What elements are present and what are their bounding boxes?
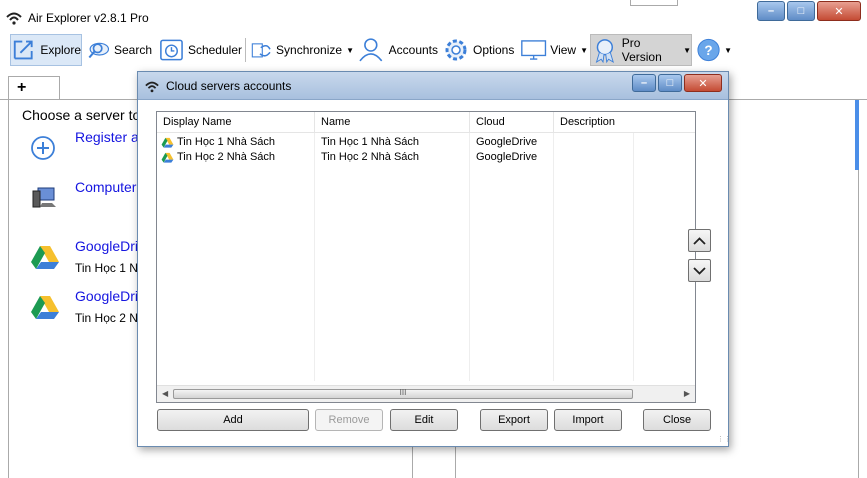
chevron-down-icon[interactable]: ▼ — [683, 46, 691, 55]
pro-version-label: Pro Version — [621, 36, 662, 64]
chevron-down-icon[interactable]: ▼ — [346, 46, 354, 55]
chevron-down-icon — [693, 266, 706, 275]
dialog-title: Cloud servers accounts — [166, 79, 292, 93]
chevron-down-icon[interactable]: ▼ — [724, 46, 732, 55]
right-edge-scrollbar[interactable] — [855, 100, 859, 170]
row-name: Tin Học 2 Nhà Sách — [321, 151, 420, 163]
import-button[interactable]: Import — [554, 409, 622, 431]
dialog-minimize-button[interactable]: – — [632, 74, 656, 92]
list-header: Display Name Name Cloud Description — [157, 112, 695, 133]
explore-button[interactable]: Explore — [10, 34, 82, 66]
remove-button[interactable]: Remove — [315, 409, 383, 431]
column-header-name[interactable]: Name — [315, 112, 470, 133]
scroll-left-icon[interactable]: ◀ — [162, 389, 168, 398]
add-tab-button[interactable]: + — [8, 76, 60, 100]
column-divider — [314, 133, 315, 381]
server-account-2: Tin Học 2 N — [75, 311, 138, 325]
maximize-button[interactable]: □ — [787, 1, 815, 21]
search-button[interactable]: Search — [86, 34, 152, 66]
resize-grip-icon[interactable]: ⋮⋮ — [717, 435, 731, 443]
view-label: View — [550, 43, 577, 57]
options-button[interactable]: Options — [442, 34, 516, 66]
column-header-cloud[interactable]: Cloud — [470, 112, 554, 133]
server-link-googledrive-1[interactable]: GoogleDri — [75, 238, 138, 254]
options-label: Options — [473, 43, 515, 57]
row-name: Tin Học 1 Nhà Sách — [321, 136, 420, 148]
pro-version-button[interactable]: Pro Version ▼ — [590, 34, 692, 66]
add-button[interactable]: Add — [157, 409, 309, 431]
scrollbar-thumb[interactable]: III — [173, 389, 633, 399]
dialog-maximize-button[interactable]: □ — [658, 74, 682, 92]
computer-icon[interactable] — [30, 185, 58, 211]
column-header-display-name[interactable]: Display Name — [157, 112, 315, 133]
row-cloud: GoogleDrive — [476, 136, 538, 148]
scroll-right-icon[interactable]: ▶ — [684, 389, 690, 398]
cloud-accounts-dialog: Cloud servers accounts – □ ✕ Display Nam… — [137, 71, 731, 447]
column-divider — [469, 133, 470, 381]
google-drive-icon — [161, 137, 174, 148]
google-drive-icon[interactable] — [30, 244, 60, 270]
move-up-button[interactable] — [688, 229, 711, 252]
column-divider — [633, 133, 634, 381]
synchronize-label: Synchronize — [276, 43, 343, 57]
minimize-button[interactable]: – — [757, 1, 785, 21]
accounts-button[interactable]: Accounts — [356, 34, 438, 66]
explore-label: Explore — [40, 43, 81, 57]
dialog-close-icon-button[interactable]: ✕ — [684, 74, 722, 92]
toolbar-separator — [245, 38, 246, 62]
taskbar-hint — [630, 0, 678, 6]
choose-server-prompt: Choose a server to — [22, 107, 141, 123]
plus-circle-icon[interactable] — [30, 135, 56, 161]
app-title: Air Explorer v2.8.1 Pro — [28, 11, 149, 25]
display-name-text: Tin Học 1 Nhà Sách — [177, 136, 276, 148]
server-link-googledrive-2[interactable]: GoogleDri — [75, 288, 138, 304]
edit-button[interactable]: Edit — [390, 409, 458, 431]
server-link-register[interactable]: Register a — [75, 129, 139, 145]
chevron-down-icon[interactable]: ▼ — [580, 46, 588, 55]
row-display-name: Tin Học 1 Nhà Sách — [161, 135, 275, 150]
explore-icon — [13, 40, 33, 60]
air-explorer-logo-icon — [6, 12, 22, 25]
air-explorer-logo-icon — [145, 81, 159, 93]
close-window-button[interactable]: ✕ — [817, 1, 861, 21]
sync-icon — [251, 43, 271, 58]
help-icon: ? — [697, 38, 720, 62]
column-header-description[interactable]: Description — [554, 112, 695, 133]
display-name-text: Tin Học 2 Nhà Sách — [177, 151, 276, 163]
table-row[interactable]: Tin Học 1 Nhà Sách Tin Học 1 Nhà Sách Go… — [157, 135, 695, 150]
search-icon — [88, 42, 110, 59]
server-link-computer[interactable]: Computer — [75, 179, 136, 195]
monitor-icon — [521, 40, 547, 60]
scheduler-label: Scheduler — [187, 43, 242, 57]
award-ribbon-icon — [595, 39, 614, 64]
search-label: Search — [113, 43, 152, 57]
view-button[interactable]: View ▼ — [520, 34, 588, 66]
synchronize-button[interactable]: Synchronize ▼ — [250, 34, 354, 66]
accounts-list[interactable]: Display Name Name Cloud Description Tin … — [156, 111, 696, 403]
accounts-label: Accounts — [388, 43, 438, 57]
gear-icon — [445, 39, 467, 61]
google-drive-icon[interactable] — [30, 294, 60, 320]
row-display-name: Tin Học 2 Nhà Sách — [161, 150, 275, 165]
chevron-up-icon — [693, 236, 706, 245]
close-button[interactable]: Close — [643, 409, 711, 431]
scheduler-button[interactable]: Scheduler — [158, 34, 242, 66]
main-titlebar: Air Explorer v2.8.1 Pro – □ ✕ — [0, 0, 867, 32]
column-divider — [553, 133, 554, 381]
svg-text:?: ? — [704, 43, 712, 58]
export-button[interactable]: Export — [480, 409, 548, 431]
calendar-icon — [160, 39, 183, 61]
row-cloud: GoogleDrive — [476, 151, 538, 163]
server-account-1: Tin Học 1 N — [75, 261, 138, 275]
google-drive-icon — [161, 152, 174, 163]
horizontal-scrollbar[interactable]: ◀ III ▶ — [157, 385, 695, 402]
user-accounts-icon — [359, 38, 383, 62]
dialog-titlebar[interactable]: Cloud servers accounts – □ ✕ — [138, 72, 728, 100]
main-toolbar: Explore Search Scheduler Synchronize ▼ A… — [0, 32, 867, 68]
table-row[interactable]: Tin Học 2 Nhà Sách Tin Học 2 Nhà Sách Go… — [157, 150, 695, 165]
move-down-button[interactable] — [688, 259, 711, 282]
help-button[interactable]: ? ▼ — [696, 34, 732, 66]
